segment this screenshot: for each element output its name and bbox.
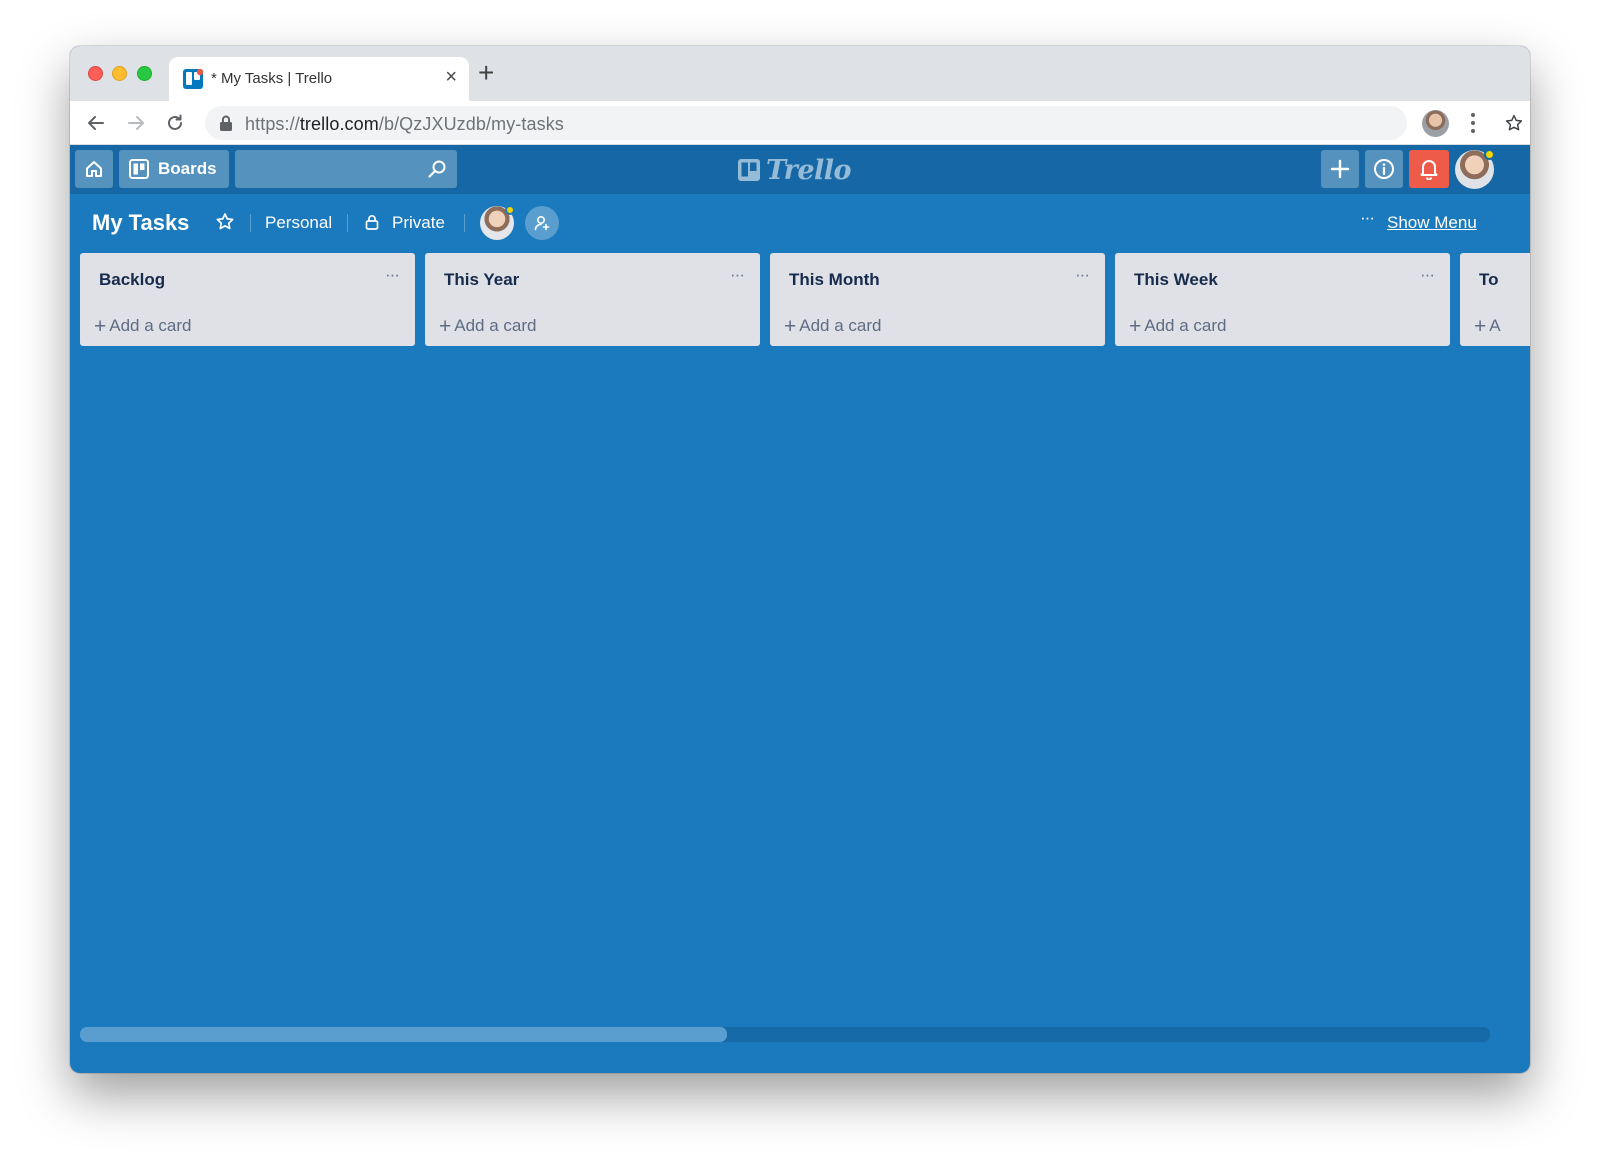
notifications-button[interactable] — [1409, 150, 1449, 188]
star-board-icon[interactable] — [214, 211, 236, 233]
browser-menu-icon[interactable] — [1468, 111, 1478, 135]
user-avatar[interactable] — [1455, 149, 1495, 189]
search-icon — [428, 160, 446, 178]
add-card-button[interactable]: + Add a card — [94, 315, 192, 339]
browser-toolbar: https://trello.com/b/QzJXUzdb/my-tasks — [70, 101, 1530, 145]
board-header: My Tasks Personal Private ··· Show Menu — [70, 194, 1530, 250]
add-card-button[interactable]: + Add a card — [439, 315, 537, 339]
close-window-button[interactable] — [88, 66, 103, 81]
lock-icon — [220, 115, 232, 131]
add-card-button[interactable]: + Add a card — [784, 315, 882, 339]
forward-button[interactable] — [122, 109, 150, 137]
divider — [250, 214, 251, 232]
browser-profile-avatar[interactable] — [1422, 110, 1449, 137]
avatar-status-badge — [1484, 149, 1495, 160]
board-member-avatar[interactable] — [480, 205, 515, 240]
forward-arrow-icon — [128, 116, 144, 130]
home-button[interactable] — [75, 150, 113, 188]
boards-label: Boards — [158, 159, 217, 178]
trello-favicon-icon — [183, 69, 203, 89]
back-arrow-icon — [88, 116, 104, 130]
list-menu-icon[interactable]: ··· — [730, 265, 745, 285]
horizontal-scrollbar[interactable] — [80, 1027, 1490, 1042]
plus-icon: + — [784, 315, 797, 338]
back-button[interactable] — [82, 109, 110, 137]
close-tab-icon[interactable]: × — [445, 67, 457, 87]
info-button[interactable] — [1365, 150, 1403, 188]
board-title[interactable]: My Tasks — [92, 210, 189, 236]
trello-logo-text: Trello — [766, 154, 852, 186]
show-menu-link[interactable]: Show Menu — [1387, 213, 1477, 233]
list-backlog: Backlog ··· + Add a card — [80, 253, 415, 346]
add-card-button[interactable]: + Add a card — [1129, 315, 1227, 339]
list-title[interactable]: Backlog — [99, 270, 165, 290]
invite-member-button[interactable] — [525, 206, 559, 240]
reload-icon — [168, 114, 182, 130]
plus-icon: + — [439, 315, 452, 338]
plus-icon — [1330, 159, 1350, 179]
trello-board-logo-icon — [738, 159, 760, 181]
new-tab-button[interactable]: + — [478, 59, 494, 87]
list-title[interactable]: To — [1479, 270, 1499, 290]
url-text: https://trello.com/b/QzJXUzdb/my-tasks — [245, 114, 564, 134]
plus-icon: + — [1474, 315, 1487, 338]
reload-button[interactable] — [161, 109, 189, 137]
trello-header: Boards Trello — [70, 145, 1530, 194]
member-badge — [505, 205, 515, 215]
list-today-partial: To + A — [1460, 253, 1530, 346]
plus-icon: + — [1129, 315, 1142, 338]
list-title[interactable]: This Week — [1134, 270, 1218, 290]
team-button[interactable]: Personal — [265, 213, 332, 233]
visibility-button[interactable]: Private — [392, 213, 445, 233]
list-menu-icon[interactable]: ··· — [1075, 265, 1090, 285]
boards-button[interactable]: Boards — [119, 150, 229, 188]
list-title[interactable]: This Year — [444, 270, 519, 290]
list-this-year: This Year ··· + Add a card — [425, 253, 760, 346]
tab-strip: * My Tasks | Trello × + — [70, 46, 1530, 101]
divider — [464, 214, 465, 232]
browser-window: * My Tasks | Trello × + https://trello.c… — [70, 46, 1530, 1073]
search-input[interactable] — [235, 150, 457, 188]
address-bar[interactable]: https://trello.com/b/QzJXUzdb/my-tasks — [205, 106, 1523, 140]
info-icon — [1374, 159, 1394, 179]
add-person-icon — [534, 215, 550, 231]
list-menu-icon[interactable]: ··· — [1420, 265, 1435, 285]
divider — [347, 214, 348, 232]
add-card-button[interactable]: + A — [1474, 315, 1501, 339]
private-lock-icon — [365, 215, 379, 230]
tab-title: * My Tasks | Trello — [211, 70, 333, 87]
trello-logo[interactable]: Trello — [738, 154, 852, 186]
boards-icon — [129, 159, 149, 179]
list-this-week: This Week ··· + Add a card — [1115, 253, 1450, 346]
list-title[interactable]: This Month — [789, 270, 880, 290]
browser-tab-active[interactable]: * My Tasks | Trello × — [169, 57, 469, 101]
list-this-month: This Month ··· + Add a card — [770, 253, 1105, 346]
create-button[interactable] — [1321, 150, 1359, 188]
minimize-window-button[interactable] — [112, 66, 127, 81]
more-dots-icon[interactable]: ··· — [1360, 208, 1375, 228]
home-icon — [86, 161, 102, 177]
bookmark-star-icon[interactable] — [1505, 114, 1523, 132]
board-lists: Backlog ··· + Add a card This Year ··· + A… — [80, 253, 1530, 353]
scrollbar-thumb[interactable] — [80, 1027, 727, 1042]
plus-icon: + — [94, 315, 107, 338]
bell-icon — [1420, 160, 1438, 180]
list-menu-icon[interactable]: ··· — [385, 265, 400, 285]
maximize-window-button[interactable] — [137, 66, 152, 81]
